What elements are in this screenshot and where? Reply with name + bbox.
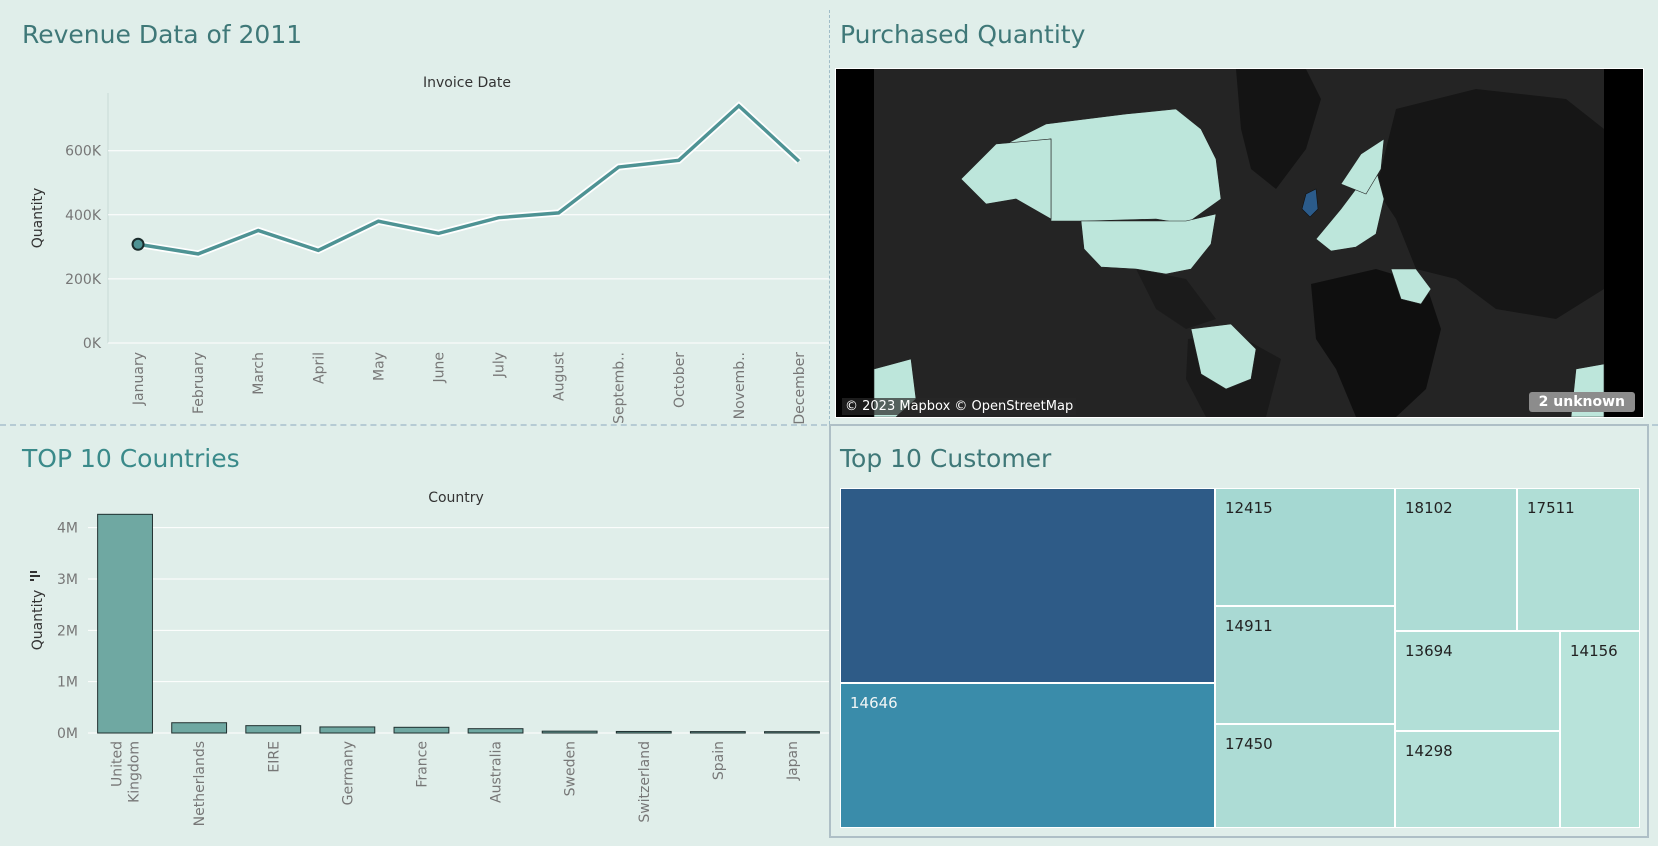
customer-tile-label: 18102 <box>1405 499 1453 517</box>
country-bar[interactable] <box>171 722 228 734</box>
revenue-y-axis-label: Quantity <box>30 188 46 249</box>
revenue-x-tick-label: May <box>371 352 387 381</box>
country-tick-label: Japan <box>785 741 801 781</box>
revenue-x-tick-label: Septemb.. <box>612 352 628 424</box>
revenue-x-tick-label: February <box>191 352 207 414</box>
revenue-y-tick-label: 600K <box>65 144 102 160</box>
customer-tile[interactable] <box>840 488 1215 683</box>
revenue-point[interactable] <box>556 210 562 216</box>
revenue-x-tick-label: Novemb.. <box>732 352 748 419</box>
revenue-x-tick-label: August <box>552 351 568 401</box>
countries-chart-title: Country <box>428 490 484 506</box>
countries-y-axis-label: Quantity <box>30 590 46 651</box>
country-tick-label: Netherlands <box>192 741 208 826</box>
customer-tile-label: 14298 <box>1405 742 1453 760</box>
country-tick-label: EIRE <box>266 741 282 773</box>
revenue-y-tick-label: 400K <box>65 208 102 224</box>
sort-icon[interactable] <box>30 571 40 581</box>
map-attribution[interactable]: © 2023 Mapbox © OpenStreetMap <box>842 398 1077 415</box>
customer-tile[interactable]: 12415 <box>1215 488 1395 606</box>
revenue-point[interactable] <box>676 157 682 163</box>
countries-panel: TOP 10 Countries Country Quantity 0M 1M 2M… <box>0 424 829 846</box>
customer-tile[interactable]: 17511 <box>1517 488 1640 631</box>
revenue-point[interactable] <box>796 158 802 164</box>
revenue-line-chart: Invoice Date Quantity 0K 200K 400K 600K Jan… <box>30 75 829 424</box>
revenue-point[interactable] <box>616 164 622 170</box>
country-bar[interactable] <box>393 726 450 734</box>
unknown-badge[interactable]: 2 unknown <box>1528 392 1635 412</box>
country-bar[interactable] <box>764 731 820 734</box>
revenue-point[interactable] <box>496 215 502 221</box>
customer-tile[interactable]: 13694 <box>1395 631 1560 731</box>
customer-tile-label: 17511 <box>1527 499 1575 517</box>
revenue-x-tick-label: December <box>792 352 808 424</box>
revenue-point[interactable] <box>435 230 441 236</box>
revenue-chart-title: Invoice Date <box>423 75 511 91</box>
revenue-y-tick-label: 200K <box>65 272 102 288</box>
revenue-point[interactable] <box>315 247 321 253</box>
revenue-panel: Revenue Data of 2011 Invoice Date Quanti… <box>0 0 829 424</box>
countries-y-tick-label: 3M <box>57 572 78 588</box>
revenue-x-tick-label: July <box>492 352 508 378</box>
revenue-y-tick-label: 0K <box>83 336 102 352</box>
customer-tile-label: 17450 <box>1225 735 1273 753</box>
revenue-point[interactable] <box>255 228 261 234</box>
customer-tile[interactable]: 14646 <box>840 683 1215 828</box>
revenue-point[interactable] <box>195 251 201 257</box>
customers-treemap: 14646 12415 14911 17450 18102 17511 13694 14298… <box>840 488 1640 828</box>
customer-tile-label: 14911 <box>1225 617 1273 635</box>
customer-tile-label: 14646 <box>850 694 898 712</box>
revenue-x-tick-label: October <box>672 352 688 408</box>
revenue-line[interactable] <box>137 103 801 256</box>
customer-tile[interactable]: 14911 <box>1215 606 1395 724</box>
country-bar[interactable] <box>245 725 302 734</box>
revenue-x-tick-label: March <box>251 352 267 395</box>
customer-tile[interactable]: 14298 <box>1395 731 1560 828</box>
revenue-point[interactable] <box>131 237 145 251</box>
country-bar[interactable] <box>541 730 598 734</box>
customer-tile-label: 14156 <box>1570 642 1618 660</box>
revenue-point[interactable] <box>375 218 381 224</box>
country-tick-label: United <box>110 741 126 787</box>
customer-tile[interactable]: 17450 <box>1215 724 1395 828</box>
countries-y-tick-label: 4M <box>57 521 78 537</box>
country-tick-label: Spain <box>711 741 727 780</box>
country-tick-label: Sweden <box>563 741 579 796</box>
countries-y-tick-label: 2M <box>57 623 78 639</box>
customer-tile[interactable]: 18102 <box>1395 488 1517 631</box>
revenue-line-halo <box>137 101 802 258</box>
country-tick-label: Germany <box>340 741 356 805</box>
country-tick-label: France <box>414 741 430 788</box>
country-tick-label: Switzerland <box>637 741 653 823</box>
customer-tile-label: 13694 <box>1405 642 1453 660</box>
country-bar[interactable] <box>319 726 376 734</box>
country-bar[interactable] <box>467 728 524 734</box>
country-bar[interactable] <box>615 730 672 734</box>
customer-tile-label: 12415 <box>1225 499 1273 517</box>
countries-y-tick-label: 1M <box>57 675 78 691</box>
world-map-drawing <box>873 69 1605 417</box>
countries-y-tick-label: 0M <box>57 726 78 742</box>
country-tick-label: Australia <box>489 741 505 803</box>
revenue-x-tick-label: June <box>431 352 447 384</box>
revenue-x-tick-label: January <box>131 352 147 406</box>
world-map[interactable]: © 2023 Mapbox © OpenStreetMap 2 unknown <box>835 68 1644 418</box>
country-bar[interactable] <box>689 731 746 734</box>
country-tick-label: Kingdom <box>127 741 143 803</box>
countries-bar-chart: Country Quantity 0M 1M 2M 3M 4M United Kingdo… <box>30 490 829 826</box>
revenue-point[interactable] <box>736 103 742 109</box>
customer-tile[interactable]: 14156 <box>1560 631 1640 828</box>
revenue-x-tick-label: April <box>311 352 327 384</box>
country-bar[interactable] <box>97 513 153 734</box>
customers-title: Top 10 Customer <box>840 444 1052 473</box>
map-title: Purchased Quantity <box>840 20 1086 49</box>
